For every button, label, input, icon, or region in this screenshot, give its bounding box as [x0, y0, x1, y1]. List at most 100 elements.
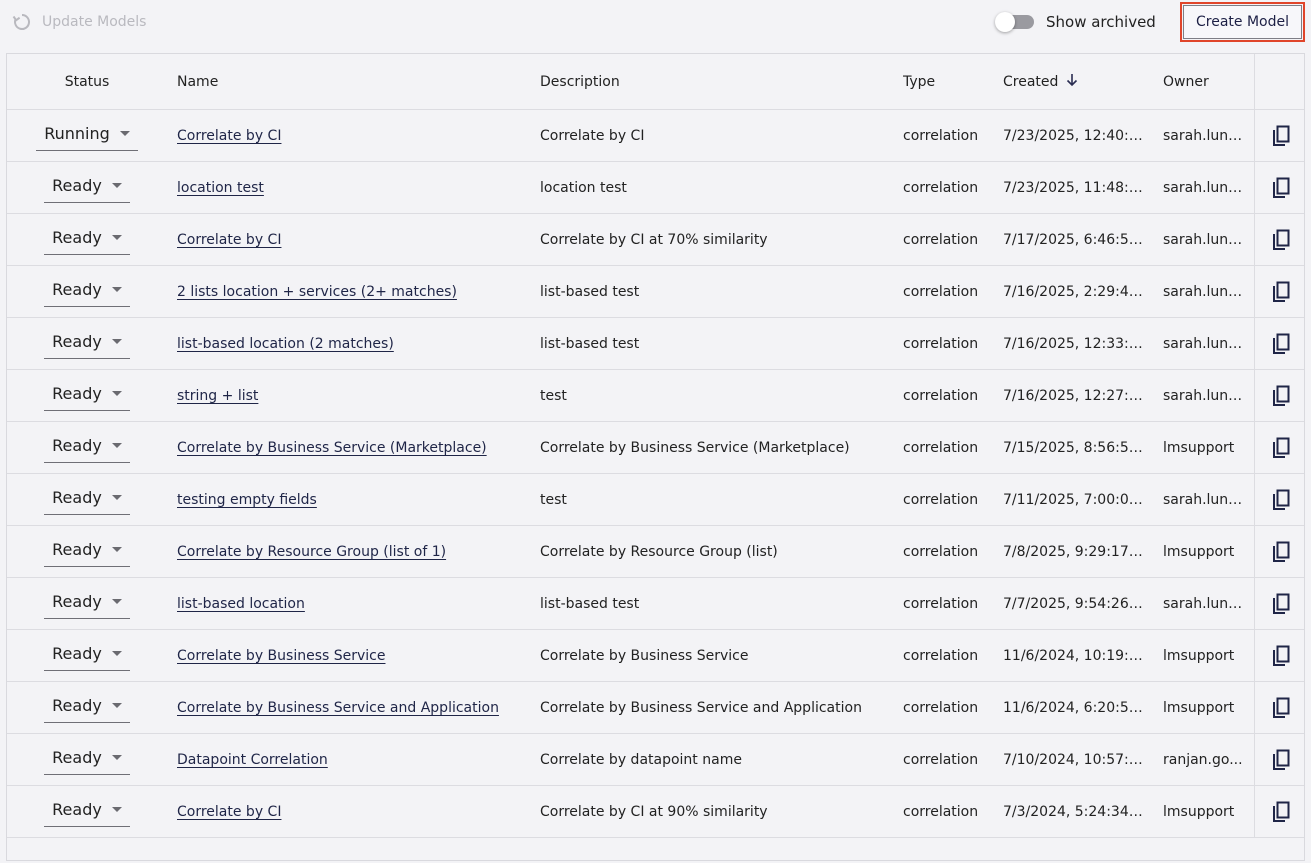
status-select[interactable]: Ready [44, 745, 130, 775]
model-name-link[interactable]: location test [177, 180, 264, 196]
status-select[interactable]: Ready [44, 589, 130, 619]
status-select[interactable]: Ready [44, 485, 130, 515]
model-name-link[interactable]: string + list [177, 388, 258, 404]
description-cell: Correlate by CI [540, 127, 645, 144]
refresh-icon [12, 12, 32, 32]
caret-down-icon [111, 650, 122, 656]
caret-down-icon [111, 494, 122, 500]
copy-icon[interactable] [1270, 176, 1292, 200]
owner-value: lmsupport [1163, 543, 1235, 560]
model-name-link[interactable]: Correlate by CI [177, 804, 281, 820]
created-value: 7/8/2025, 9:29:17 AM [1003, 543, 1143, 560]
status-cell: Ready [7, 682, 167, 733]
status-cell: Ready [7, 370, 167, 421]
owner-cell: lmsupport [1163, 630, 1243, 681]
copy-icon[interactable] [1270, 228, 1292, 252]
status-cell: Ready [7, 474, 167, 525]
owner-value: sarah.luna... [1163, 231, 1243, 248]
status-value: Ready [52, 175, 102, 195]
copy-icon[interactable] [1270, 540, 1292, 564]
copy-icon[interactable] [1270, 436, 1292, 460]
description-cell: Correlate by Business Service and Applic… [540, 699, 862, 716]
created-value: 7/23/2025, 11:48:00 ... [1003, 179, 1143, 196]
table-row: Ready location test location test correlati… [7, 162, 1304, 214]
copy-icon[interactable] [1270, 124, 1292, 148]
copy-icon[interactable] [1270, 696, 1292, 720]
column-header-type[interactable]: Type [903, 54, 999, 109]
table-row: Ready Correlate by Business Service (Mark… [7, 422, 1304, 474]
table-row: Ready Correlate by Business Service Correl… [7, 630, 1304, 682]
owner-cell: lmsupport [1163, 422, 1243, 473]
type-cell: correlation [903, 335, 979, 352]
type-cell: correlation [903, 543, 979, 560]
model-name-link[interactable]: Correlate by Resource Group (list of 1) [177, 544, 446, 560]
create-model-button-highlight[interactable]: Create Model [1180, 2, 1305, 42]
copy-icon[interactable] [1270, 332, 1292, 356]
model-name-link[interactable]: Correlate by Business Service (Marketpla… [177, 440, 487, 456]
status-select[interactable]: Ready [44, 277, 130, 307]
status-select[interactable]: Ready [44, 173, 130, 203]
owner-value: sarah.luna... [1163, 283, 1243, 300]
model-name-link[interactable]: Correlate by CI [177, 232, 281, 248]
status-cell: Ready [7, 266, 167, 317]
created-value: 11/6/2024, 6:20:58 ... [1003, 699, 1143, 716]
column-header-name[interactable]: Name [177, 54, 532, 109]
create-model-button[interactable]: Create Model [1183, 5, 1302, 39]
model-name-link[interactable]: Correlate by CI [177, 128, 281, 144]
model-name-link[interactable]: Correlate by Business Service [177, 648, 385, 664]
model-name-link[interactable]: Correlate by Business Service and Applic… [177, 700, 499, 716]
owner-value: lmsupport [1163, 647, 1235, 664]
table-row: Ready testing empty fields test correlation… [7, 474, 1304, 526]
column-header-status[interactable]: Status [7, 54, 167, 109]
column-header-description[interactable]: Description [540, 54, 895, 109]
status-select[interactable]: Ready [44, 693, 130, 723]
copy-icon[interactable] [1270, 384, 1292, 408]
copy-icon[interactable] [1270, 488, 1292, 512]
column-header-created[interactable]: Created [1003, 54, 1143, 109]
copy-icon[interactable] [1270, 592, 1292, 616]
created-cell: 7/16/2025, 12:27:27 ... [1003, 370, 1143, 421]
owner-cell: sarah.luna... [1163, 318, 1243, 369]
status-cell: Ready [7, 526, 167, 577]
status-select[interactable]: Ready [44, 537, 130, 567]
created-value: 7/16/2025, 2:29:45 ... [1003, 283, 1143, 300]
description-cell: list-based test [540, 595, 640, 612]
status-select[interactable]: Ready [44, 797, 130, 827]
copy-icon[interactable] [1270, 280, 1292, 304]
copy-cell [1254, 422, 1304, 473]
owner-value: ranjan.go... [1163, 751, 1243, 768]
status-select[interactable]: Running [36, 121, 138, 151]
status-value: Ready [52, 799, 102, 819]
name-cell: testing empty fields [177, 474, 532, 525]
type-cell: correlation [903, 647, 979, 664]
model-name-link[interactable]: Datapoint Correlation [177, 752, 328, 768]
created-cell: 7/16/2025, 2:29:45 ... [1003, 266, 1143, 317]
table-row: Ready 2 lists location + services (2+ mat… [7, 266, 1304, 318]
created-value: 11/6/2024, 10:19:52 ... [1003, 647, 1143, 664]
copy-cell [1254, 370, 1304, 421]
status-select[interactable]: Ready [44, 641, 130, 671]
model-name-link[interactable]: 2 lists location + services (2+ matches) [177, 284, 457, 300]
copy-cell [1254, 630, 1304, 681]
model-name-link[interactable]: list-based location [177, 596, 305, 612]
status-select[interactable]: Ready [44, 225, 130, 255]
copy-icon[interactable] [1270, 748, 1292, 772]
status-select[interactable]: Ready [44, 381, 130, 411]
caret-down-icon [111, 390, 122, 396]
table-row: Ready Correlate by Resource Group (list o… [7, 526, 1304, 578]
show-archived-switch[interactable] [995, 12, 1034, 32]
model-name-link[interactable]: testing empty fields [177, 492, 317, 508]
copy-icon[interactable] [1270, 644, 1292, 668]
status-select[interactable]: Ready [44, 329, 130, 359]
column-header-owner[interactable]: Owner [1163, 54, 1243, 109]
status-select[interactable]: Ready [44, 433, 130, 463]
owner-value: sarah.luna... [1163, 335, 1243, 352]
copy-cell [1254, 474, 1304, 525]
created-cell: 7/11/2025, 7:00:09 A... [1003, 474, 1143, 525]
update-models-button[interactable]: Update Models [12, 11, 146, 33]
copy-cell [1254, 318, 1304, 369]
type-cell: correlation [903, 179, 979, 196]
copy-icon[interactable] [1270, 800, 1292, 824]
model-name-link[interactable]: list-based location (2 matches) [177, 336, 394, 352]
show-archived-toggle[interactable]: Show archived [995, 12, 1156, 32]
